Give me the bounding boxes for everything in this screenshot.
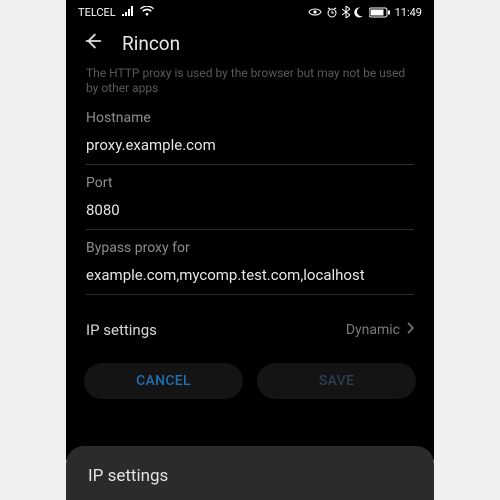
port-label: Port xyxy=(86,175,414,191)
status-bar: TELCEL 11:49 xyxy=(66,0,434,22)
ip-settings-value: Dynamic xyxy=(346,322,400,338)
bypass-label: Bypass proxy for xyxy=(86,240,414,256)
header: Rincon xyxy=(66,22,434,66)
clock-label: 11:49 xyxy=(395,6,422,19)
save-button-label: SAVE xyxy=(319,373,354,389)
bypass-input[interactable]: example.com,mycomp.test.com,localhost xyxy=(86,256,414,294)
ip-settings-row[interactable]: IP settings Dynamic xyxy=(86,303,414,355)
eye-icon xyxy=(308,7,322,17)
wifi-icon xyxy=(140,6,154,19)
port-input[interactable]: 8080 xyxy=(86,191,414,229)
divider xyxy=(86,229,414,230)
save-button[interactable]: SAVE xyxy=(257,363,416,399)
sheet-title: IP settings xyxy=(88,466,168,486)
ip-settings-label: IP settings xyxy=(86,321,157,339)
ip-settings-sheet[interactable]: IP settings xyxy=(66,446,434,500)
back-icon[interactable] xyxy=(82,30,104,56)
divider xyxy=(86,294,414,295)
cancel-button[interactable]: CANCEL xyxy=(84,363,243,399)
divider xyxy=(86,164,414,165)
proxy-helper-text: The HTTP proxy is used by the browser bu… xyxy=(86,66,414,96)
cancel-button-label: CANCEL xyxy=(136,373,191,389)
alarm-icon xyxy=(326,6,338,18)
page-title: Rincon xyxy=(122,32,180,55)
battery-icon xyxy=(369,7,391,18)
phone-frame: TELCEL 11:49 xyxy=(66,0,434,500)
carrier-label: TELCEL xyxy=(78,6,116,19)
chevron-right-icon xyxy=(406,322,414,338)
signal-icon xyxy=(122,6,134,19)
hostname-label: Hostname xyxy=(86,110,414,126)
hostname-input[interactable]: proxy.example.com xyxy=(86,126,414,164)
bluetooth-icon xyxy=(342,6,350,18)
dnd-icon xyxy=(354,7,365,18)
